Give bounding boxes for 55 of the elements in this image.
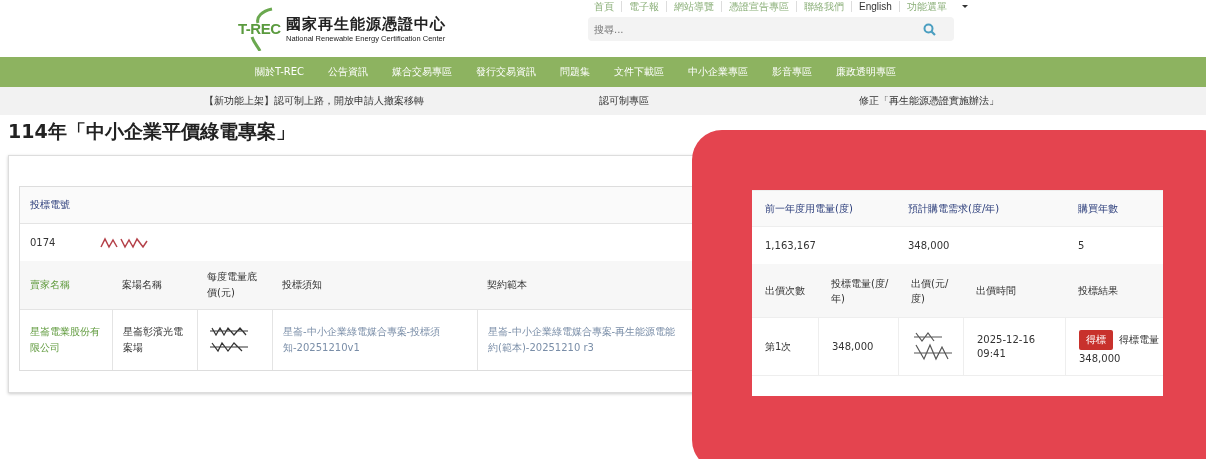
notice-link[interactable]: 修正「再生能源憑證實施辦法」 — [859, 94, 999, 108]
nav-item[interactable]: 關於T-REC — [255, 65, 305, 79]
nav-item[interactable]: 問題集 — [560, 65, 591, 79]
column-header: 出價(元/度) — [910, 276, 950, 306]
column-header: 投標電量(度/年) — [830, 276, 890, 306]
top-link[interactable]: English — [851, 0, 899, 12]
column-header: 投標結果 — [1077, 284, 1119, 298]
page-title: 114年「中小企業平價綠電專案」 — [8, 119, 296, 144]
column-header: 投標須知 — [281, 278, 323, 292]
result-label: 得標電量 — [1119, 332, 1159, 347]
search-icon[interactable] — [923, 23, 936, 36]
table-cell-text: 5 — [1077, 239, 1086, 253]
document-link[interactable]: 星崙-中小企業綠電媒合專案-投標須知-20251210v1 — [283, 324, 467, 356]
table-cell: 348,000 — [818, 318, 898, 375]
table-cell-text: 星崙電業股份有限公司 — [29, 325, 101, 355]
result-volume: 348,000 — [1079, 352, 1121, 364]
status-badge: 得標 — [1079, 329, 1113, 350]
menu-link[interactable]: 功能選單 — [898, 0, 954, 12]
column-header: 出價時間 — [975, 284, 1017, 298]
org-name: 國家再生能源憑證中心 — [286, 14, 446, 34]
column-header: 契約範本 — [486, 278, 528, 292]
column-header: 每度電量底價(元) — [206, 270, 258, 300]
nav-item[interactable]: 中小企業專區 — [688, 65, 749, 79]
search-field[interactable]: 搜尋... — [588, 17, 954, 41]
table-cell: 星崙彰濱光電案場 — [112, 310, 197, 370]
nav-item[interactable]: 公告資訊 — [328, 65, 369, 79]
column-header: 賣家名稱 — [29, 278, 71, 292]
table-cell-text: 第1次 — [764, 339, 793, 354]
top-link[interactable]: 憑證宣告專區 — [721, 0, 796, 12]
table-cell: 0174 — [30, 237, 56, 248]
caret-icon[interactable] — [961, 4, 968, 8]
table-cell-text: 1,163,167 — [764, 239, 817, 253]
column-header: 出價次數 — [764, 284, 806, 298]
nav-item[interactable]: 廉政透明專區 — [836, 65, 897, 79]
nav-item[interactable]: 文件下載區 — [614, 65, 665, 79]
nav-item[interactable]: 影音專區 — [772, 65, 813, 79]
column-header: 預計購電需求(度/年) — [907, 201, 1001, 216]
column-header: 案場名稱 — [121, 278, 163, 292]
nav-item[interactable]: 發行交易資訊 — [476, 65, 537, 79]
column-header: 前一年度用電量(度) — [764, 201, 854, 216]
column-header: 投標電號 — [30, 198, 70, 212]
logo-mark: T-REC — [238, 20, 281, 37]
document-link[interactable]: 星崙-中小企業綠電媒合專案-再生能源電能 約(範本)-20251210 r3 — [488, 324, 676, 356]
notice-link[interactable]: 【新功能上架】認可制上路，開放申請人撤案移轉 — [204, 94, 424, 108]
bid-time: 09:41 — [977, 348, 1006, 359]
top-link[interactable]: 首頁 — [588, 0, 621, 12]
bid-date: 2025-12-16 — [977, 334, 1036, 345]
column-header: 購買年數 — [1077, 201, 1119, 216]
top-link[interactable]: 電子報 — [621, 0, 666, 12]
nav-item[interactable]: 媒合交易專區 — [392, 65, 453, 79]
notice-link[interactable]: 認可制專區 — [599, 94, 649, 108]
redaction-scribble — [99, 236, 150, 249]
table-cell-text: 348,000 — [907, 239, 951, 253]
top-link[interactable]: 網站導覽 — [666, 0, 721, 12]
top-link[interactable]: 聯絡我們 — [796, 0, 851, 12]
